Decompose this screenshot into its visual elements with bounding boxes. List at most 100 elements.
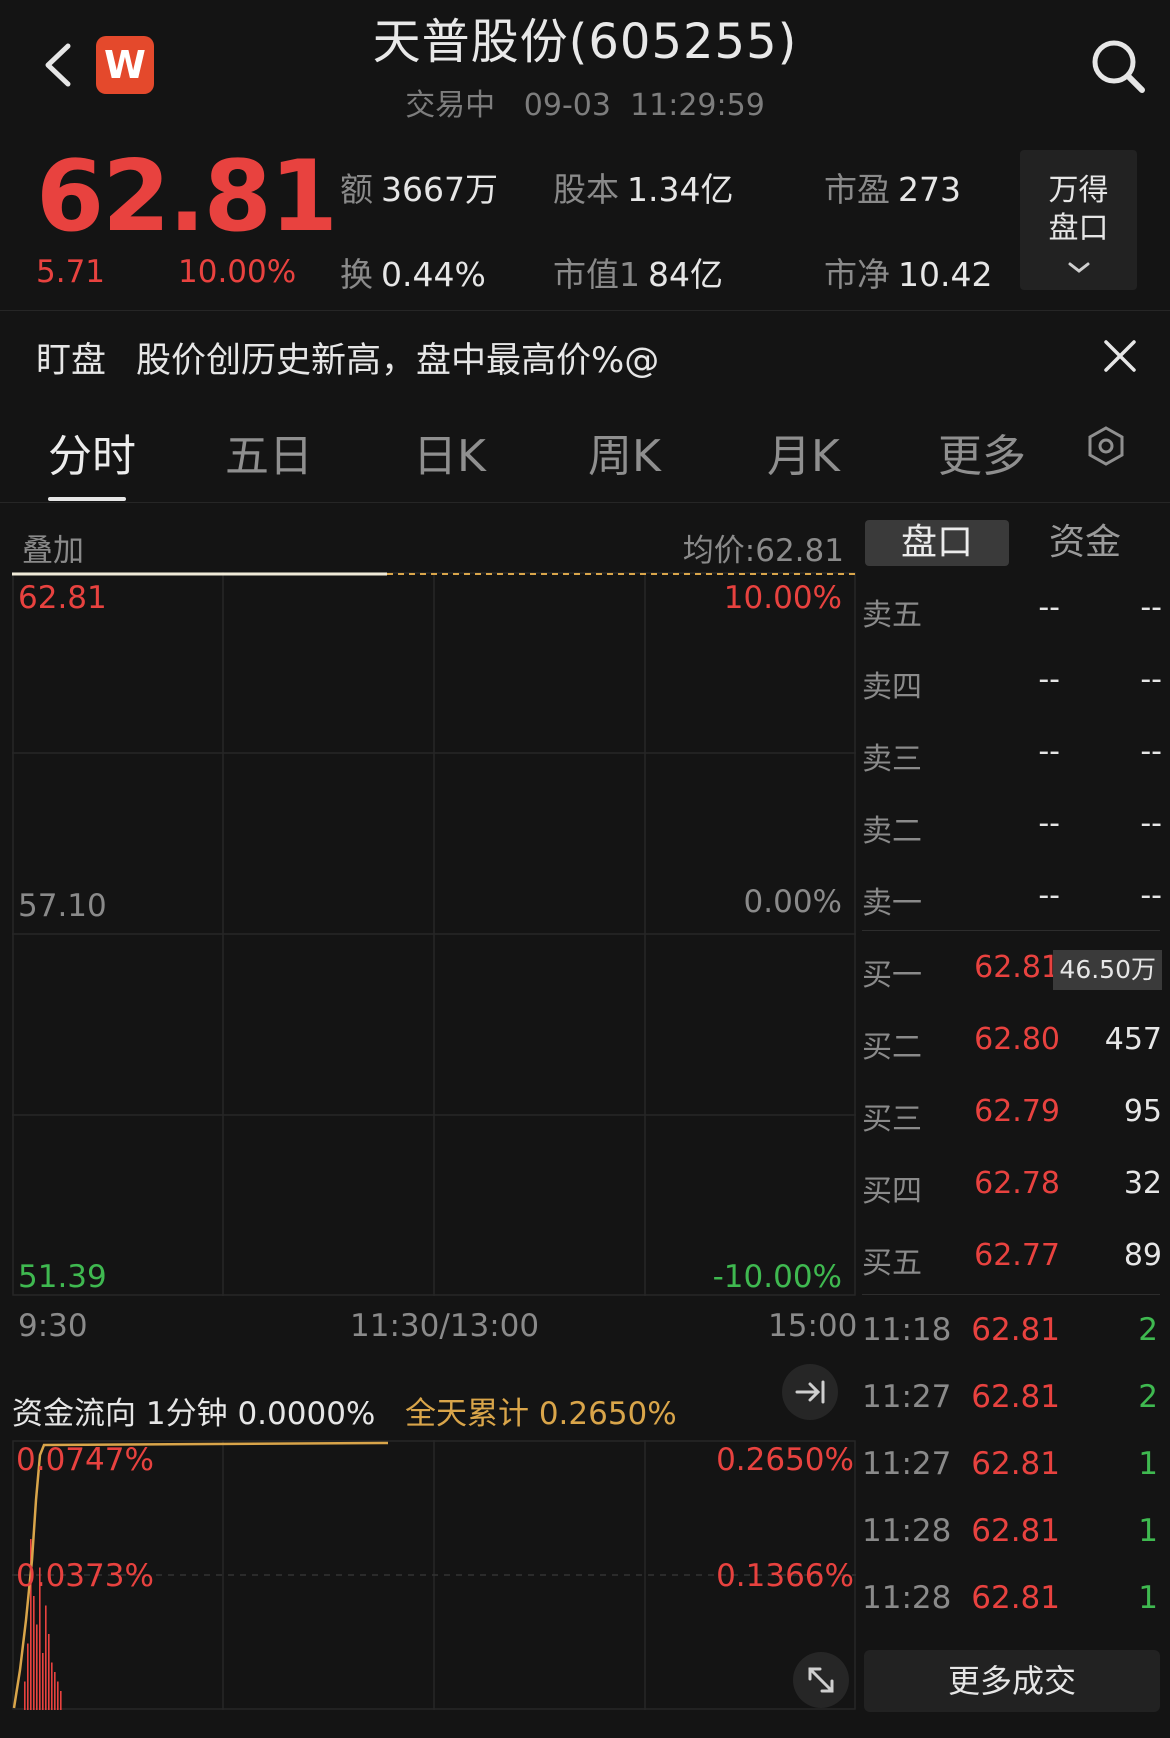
tab-monthly-k[interactable]: 月K — [767, 420, 840, 484]
ask-row[interactable]: 卖二 -- -- — [862, 806, 1162, 849]
bid-row[interactable]: 买一 62.81 46.50万 — [862, 950, 1162, 993]
wind-button-line1: 万得 — [1048, 173, 1109, 208]
flow-bar — [27, 1643, 29, 1710]
arrow-right-bar-icon — [795, 1380, 825, 1404]
stat-value: 84亿 — [648, 255, 723, 294]
tab-daily-k[interactable]: 日K — [413, 420, 486, 484]
trade-time: 11:28 — [862, 1580, 952, 1616]
bid-label: 买二 — [862, 1030, 922, 1065]
bid-price: 62.80 — [974, 1022, 1060, 1057]
tab-capital[interactable]: 资金 — [1013, 520, 1157, 566]
stat-value: 1.34亿 — [627, 170, 734, 209]
stat-key: 额 — [340, 170, 373, 209]
tab-five-day[interactable]: 五日 — [225, 420, 313, 484]
tab-intraday[interactable]: 分时 — [48, 420, 136, 484]
axis-pct-high: 10.00% — [723, 580, 842, 616]
trade-volume: 2 — [1138, 1312, 1158, 1348]
active-tab-indicator — [48, 497, 126, 501]
bid-label: 买五 — [862, 1246, 922, 1281]
trade-row: 11:27 62.81 1 — [862, 1446, 1162, 1486]
ask-label: 卖二 — [862, 814, 922, 849]
flow-cumulative-label: 全天累计 — [404, 1396, 529, 1432]
bid-price: 62.77 — [974, 1238, 1060, 1273]
tab-more[interactable]: 更多 — [938, 420, 1026, 484]
ask-row[interactable]: 卖三 -- -- — [862, 734, 1162, 777]
notice-label: 盯盘 — [36, 341, 107, 381]
notice-close-button[interactable] — [1100, 336, 1140, 376]
flow-axis-left-mid: 0.0373% — [16, 1558, 154, 1594]
ask-row[interactable]: 卖一 -- -- — [862, 878, 1162, 921]
trade-price: 62.81 — [971, 1513, 1060, 1549]
divider — [862, 1294, 1160, 1295]
search-button[interactable] — [1088, 36, 1148, 96]
stat-key: 换 — [340, 255, 373, 294]
notice-text[interactable]: 股价创历史新高，盘中最高价%@ — [136, 332, 659, 383]
collapse-panel-button[interactable] — [782, 1364, 838, 1420]
ask-label: 卖五 — [862, 598, 922, 633]
trade-volume: 2 — [1138, 1379, 1158, 1415]
status-date: 09-03 — [523, 88, 611, 123]
flow-axis-right-mid: 0.1366% — [716, 1558, 854, 1594]
stat-value: 0.44% — [381, 255, 486, 294]
ask-volume: -- — [1140, 662, 1162, 697]
trade-row: 11:18 62.81 2 — [862, 1312, 1162, 1352]
flow-axis-left-top: 0.0747% — [16, 1442, 154, 1478]
ask-volume: -- — [1140, 734, 1162, 769]
expand-arrows-icon — [808, 1667, 834, 1693]
ask-volume: -- — [1140, 590, 1162, 625]
trading-status: 交易中 09-03 11:29:59 — [0, 80, 1170, 124]
ask-volume: -- — [1140, 878, 1162, 913]
stat-turnover-rate: 换 0.44% — [340, 248, 486, 296]
stat-value: 10.42 — [898, 255, 993, 294]
flow-bar — [51, 1662, 53, 1710]
trade-price: 62.81 — [971, 1580, 1060, 1616]
flow-bar — [33, 1596, 35, 1710]
flow-interval-value: 0.0000% — [237, 1396, 376, 1432]
stat-turnover-amount: 额 3667万 — [340, 163, 498, 211]
flow-label: 资金流向 — [12, 1396, 136, 1432]
order-book-tabs: 盘口 资金 — [863, 520, 1163, 568]
ask-label: 卖一 — [862, 886, 922, 921]
bid-volume: 95 — [1123, 1094, 1162, 1129]
stat-pb-ratio: 市净 10.42 — [824, 248, 992, 296]
trade-price: 62.81 — [971, 1446, 1060, 1482]
trade-time: 11:27 — [862, 1446, 952, 1482]
trade-volume: 1 — [1138, 1580, 1158, 1616]
bid-price: 62.79 — [974, 1094, 1060, 1129]
trade-row: 11:27 62.81 2 — [862, 1379, 1162, 1419]
overlay-button[interactable]: 叠加 — [22, 525, 84, 570]
axis-price-high: 62.81 — [18, 580, 107, 616]
axis-pct-low: -10.00% — [712, 1259, 842, 1295]
settings-hexagon-icon — [1088, 426, 1124, 466]
bid-row[interactable]: 买四 62.78 32 — [862, 1166, 1162, 1209]
intraday-price-chart[interactable] — [12, 572, 856, 1296]
wind-panel-button[interactable]: 万得 盘口 — [1020, 150, 1137, 290]
bid-label: 买一 — [862, 958, 922, 993]
bid-row[interactable]: 买二 62.80 457 — [862, 1022, 1162, 1065]
chart-settings-button[interactable] — [1085, 425, 1127, 467]
bid-row[interactable]: 买三 62.79 95 — [862, 1094, 1162, 1137]
wind-button-line2: 盘口 — [1048, 211, 1109, 246]
flow-bar — [48, 1634, 50, 1710]
trade-price: 62.81 — [971, 1379, 1060, 1415]
expand-chart-button[interactable] — [793, 1652, 849, 1708]
ask-row[interactable]: 卖五 -- -- — [862, 590, 1162, 633]
trade-volume: 1 — [1138, 1446, 1158, 1482]
status-text: 交易中 — [405, 88, 496, 123]
trade-row: 11:28 62.81 1 — [862, 1580, 1162, 1620]
more-trades-button[interactable]: 更多成交 — [864, 1650, 1160, 1712]
ask-price: -- — [1038, 878, 1060, 913]
tab-order-book[interactable]: 盘口 — [865, 520, 1009, 566]
ask-price: -- — [1038, 806, 1060, 841]
search-icon — [1092, 40, 1145, 93]
flow-axis-right-top: 0.2650% — [716, 1442, 854, 1478]
bid-row[interactable]: 买五 62.77 89 — [862, 1238, 1162, 1281]
tab-weekly-k[interactable]: 周K — [588, 420, 661, 484]
avg-price-label: 均价:62.81 — [682, 533, 844, 569]
trade-time: 11:27 — [862, 1379, 952, 1415]
stat-key: 市值1 — [553, 255, 640, 294]
trade-price: 62.81 — [971, 1312, 1060, 1348]
bid-volume: 457 — [1104, 1022, 1162, 1057]
ask-row[interactable]: 卖四 -- -- — [862, 662, 1162, 705]
flow-bar — [57, 1681, 59, 1710]
